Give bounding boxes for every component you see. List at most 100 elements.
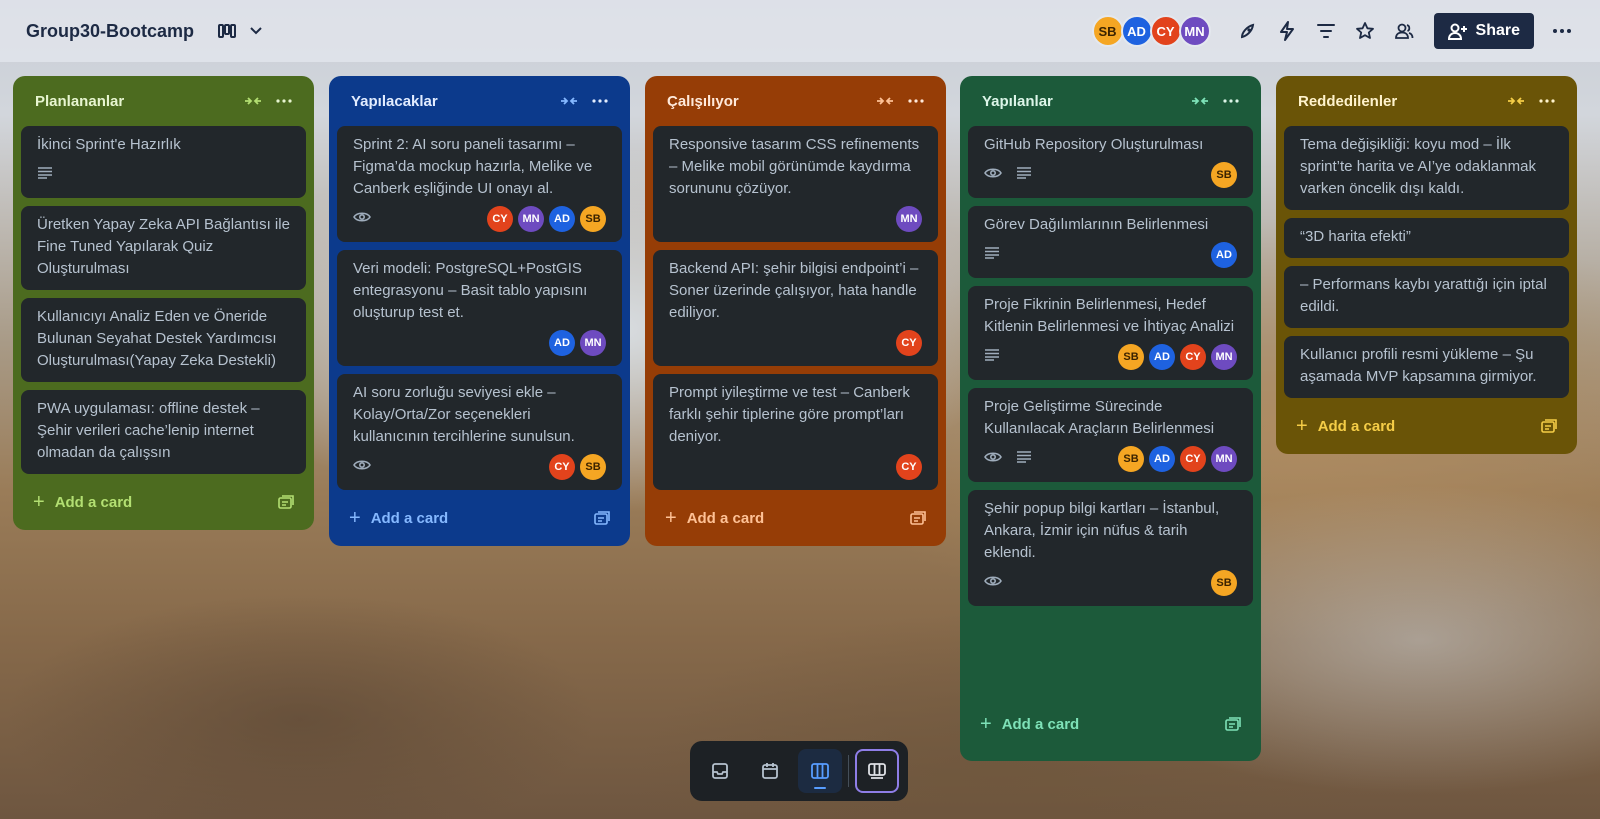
card[interactable]: Veri modeli: PostgreSQL+PostGIS entegras… <box>337 250 622 366</box>
collapse-list-icon[interactable] <box>560 94 578 108</box>
card-badge-icons <box>984 572 1002 594</box>
member-avatar[interactable]: MN <box>1178 15 1211 47</box>
share-button[interactable]: Share <box>1433 13 1534 49</box>
card-template-icon[interactable] <box>278 495 294 509</box>
card[interactable]: Tema değişikliği: koyu mod – İlk sprint’… <box>1284 126 1569 210</box>
switch-boards-button[interactable] <box>855 749 899 793</box>
card-template-icon[interactable] <box>594 511 610 525</box>
board-view-switcher[interactable] <box>218 24 262 38</box>
list-more-icon[interactable] <box>592 99 608 103</box>
board-title[interactable]: Group30-Bootcamp <box>26 21 194 42</box>
member-avatar[interactable]: SB <box>580 454 606 480</box>
automation-lightning-icon[interactable] <box>1271 15 1303 47</box>
member-avatar[interactable]: MN <box>580 330 606 356</box>
member-avatar[interactable]: SB <box>1091 15 1124 47</box>
member-avatar[interactable]: MN <box>1211 344 1237 370</box>
member-avatar[interactable]: SB <box>1118 446 1144 472</box>
card-badges: CY <box>669 454 922 480</box>
member-avatar[interactable]: AD <box>1149 344 1175 370</box>
add-card-button[interactable]: + Add a card <box>1284 406 1569 446</box>
member-avatar[interactable]: CY <box>549 454 575 480</box>
list: Yapılanlar GitHub Repository Oluşturulmas… <box>960 76 1261 761</box>
card-title: İkinci Sprint'e Hazırlık <box>37 136 181 153</box>
add-card-button[interactable]: + Add a card <box>653 498 938 538</box>
list-more-icon[interactable] <box>276 99 292 103</box>
add-card-button[interactable]: + Add a card <box>21 482 306 522</box>
list-more-icon[interactable] <box>1223 99 1239 103</box>
planner-button[interactable] <box>748 749 792 793</box>
inbox-button[interactable] <box>698 749 742 793</box>
card[interactable]: Prompt iyileştirme ve test – Canberk far… <box>653 374 938 490</box>
member-avatar[interactable]: CY <box>1149 15 1182 47</box>
card[interactable]: Sprint 2: AI soru paneli tasarımı – Figm… <box>337 126 622 242</box>
add-card-button[interactable]: + Add a card <box>337 498 622 538</box>
member-avatar[interactable]: SB <box>1118 344 1144 370</box>
member-avatar[interactable]: SB <box>580 206 606 232</box>
filter-icon[interactable] <box>1310 15 1342 47</box>
add-card-label: Add a card <box>54 493 133 511</box>
member-avatar[interactable]: CY <box>896 454 922 480</box>
add-card-button[interactable]: + Add a card <box>968 704 1253 744</box>
card-template-icon[interactable] <box>1225 717 1241 731</box>
star-icon[interactable] <box>1349 15 1381 47</box>
member-avatar[interactable]: CY <box>1180 344 1206 370</box>
card[interactable]: Backend API: şehir bilgisi endpoint’i – … <box>653 250 938 366</box>
switch-boards-icon <box>868 763 886 779</box>
card-title: AI soru zorluğu seviyesi ekle – Kolay/Or… <box>353 384 575 445</box>
card[interactable]: İkinci Sprint'e Hazırlık <box>21 126 306 198</box>
list-title[interactable]: Planlananlar <box>35 93 230 110</box>
member-avatar[interactable]: MN <box>518 206 544 232</box>
member-avatar[interactable]: AD <box>549 206 575 232</box>
member-avatar[interactable]: SB <box>1211 570 1237 596</box>
card[interactable]: PWA uygulaması: offline destek – Şehir v… <box>21 390 306 474</box>
visibility-team-icon[interactable] <box>1388 15 1420 47</box>
board-members[interactable]: SB AD CY MN <box>1091 15 1211 47</box>
card[interactable]: Kullanıcıyı Analiz Eden ve Öneride Bulun… <box>21 298 306 382</box>
card-template-icon[interactable] <box>910 511 926 525</box>
card[interactable]: Proje Fikrinin Belirlenmesi, Hedef Kitle… <box>968 286 1253 380</box>
watch-eye-icon <box>984 572 1002 594</box>
plus-icon: + <box>349 507 361 529</box>
member-avatar[interactable]: AD <box>1149 446 1175 472</box>
collapse-list-icon[interactable] <box>876 94 894 108</box>
card[interactable]: AI soru zorluğu seviyesi ekle – Kolay/Or… <box>337 374 622 490</box>
member-avatar[interactable]: CY <box>896 330 922 356</box>
card[interactable]: Responsive tasarım CSS refinements – Mel… <box>653 126 938 242</box>
board-header: Group30-Bootcamp SB AD CY MN Share <box>0 0 1600 62</box>
card-template-icon[interactable] <box>1541 419 1557 433</box>
card[interactable]: Proje Geliştirme Sürecinde Kullanılacak … <box>968 388 1253 482</box>
card[interactable]: Üretken Yapay Zeka API Bağlantısı ile Fi… <box>21 206 306 290</box>
board-button[interactable] <box>798 749 842 793</box>
card[interactable]: – Performans kaybı yarattığı için iptal … <box>1284 266 1569 328</box>
collapse-list-icon[interactable] <box>244 94 262 108</box>
collapse-list-icon[interactable] <box>1191 94 1209 108</box>
member-avatar[interactable]: AD <box>1211 242 1237 268</box>
list-title[interactable]: Yapılanlar <box>982 93 1177 110</box>
description-icon <box>37 164 53 186</box>
power-ups-rocket-icon[interactable] <box>1232 15 1264 47</box>
card-title: – Performans kaybı yarattığı için iptal … <box>1300 276 1551 315</box>
card[interactable]: Kullanıcı profili resmi yükleme – Şu aşa… <box>1284 336 1569 398</box>
card[interactable]: Şehir popup bilgi kartları – İstanbul, A… <box>968 490 1253 606</box>
member-avatar[interactable]: MN <box>1211 446 1237 472</box>
list-more-icon[interactable] <box>908 99 924 103</box>
list-title[interactable]: Reddedilenler <box>1298 93 1493 110</box>
member-avatar[interactable]: CY <box>1180 446 1206 472</box>
member-avatar[interactable]: SB <box>1211 162 1237 188</box>
member-avatar[interactable]: MN <box>896 206 922 232</box>
card[interactable]: “3D harita efekti” <box>1284 218 1569 258</box>
member-avatar[interactable]: CY <box>487 206 513 232</box>
member-avatar[interactable]: AD <box>549 330 575 356</box>
board-menu-more-icon[interactable] <box>1546 15 1578 47</box>
card[interactable]: Görev Dağılımlarının Belirlenmesi AD <box>968 206 1253 278</box>
card-badge-icons <box>353 456 371 478</box>
list-title[interactable]: Çalışılıyor <box>667 93 862 110</box>
card-badges: CY MN AD SB <box>353 206 606 232</box>
card[interactable]: GitHub Repository Oluşturulması SB <box>968 126 1253 198</box>
member-avatar[interactable]: AD <box>1120 15 1153 47</box>
list-more-icon[interactable] <box>1539 99 1555 103</box>
collapse-list-icon[interactable] <box>1507 94 1525 108</box>
plus-icon: + <box>1296 415 1308 437</box>
list-title[interactable]: Yapılacaklar <box>351 93 546 110</box>
card-badges: SB <box>984 162 1237 188</box>
